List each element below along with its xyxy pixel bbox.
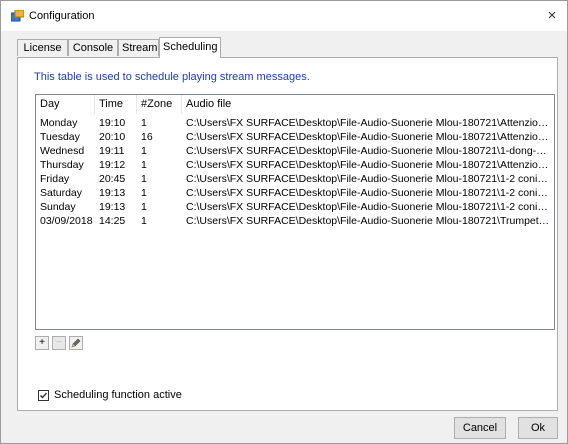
- table-row[interactable]: 03/09/2018 14:25 1 C:\Users\FX SURFACE\D…: [36, 214, 554, 228]
- day-cell: Monday: [40, 117, 78, 129]
- tab-stream[interactable]: Stream: [118, 39, 159, 56]
- window-title: Configuration: [29, 10, 95, 22]
- tab-license[interactable]: License: [17, 39, 68, 56]
- remove-schedule-button[interactable]: −: [52, 336, 66, 350]
- day-cell: Tuesday: [40, 131, 80, 143]
- table-row[interactable]: Sunday 19:13 1 C:\Users\FX SURFACE\Deskt…: [36, 200, 554, 214]
- column-header-time[interactable]: Time: [95, 95, 137, 114]
- add-schedule-button[interactable]: +: [35, 336, 49, 350]
- day-cell: Thursday: [40, 159, 84, 171]
- audio-file-cell: C:\Users\FX SURFACE\Desktop\File-Audio-S…: [186, 117, 552, 129]
- time-cell: 20:45: [99, 173, 126, 185]
- audio-file-cell: C:\Users\FX SURFACE\Desktop\File-Audio-S…: [186, 145, 552, 157]
- tab-console[interactable]: Console: [68, 39, 118, 56]
- app-icon: [10, 9, 25, 22]
- time-cell: 19:10: [99, 117, 126, 129]
- time-cell: 19:11: [99, 145, 125, 157]
- pencil-icon: [71, 338, 81, 348]
- column-header-day[interactable]: Day: [36, 95, 95, 114]
- table-row[interactable]: Tuesday 20:10 16 C:\Users\FX SURFACE\Des…: [36, 130, 554, 144]
- zone-cell: 1: [141, 187, 147, 199]
- edit-schedule-button[interactable]: [69, 336, 83, 350]
- configuration-window: Configuration × License Console Stream S…: [0, 0, 568, 444]
- table-row[interactable]: Wednesd 19:11 1 C:\Users\FX SURFACE\Desk…: [36, 144, 554, 158]
- time-cell: 14:25: [99, 215, 126, 227]
- day-cell: Friday: [40, 173, 70, 185]
- audio-file-cell: C:\Users\FX SURFACE\Desktop\File-Audio-S…: [186, 173, 552, 185]
- audio-file-cell: C:\Users\FX SURFACE\Desktop\File-Audio-S…: [186, 201, 552, 213]
- time-cell: 19:13: [99, 187, 126, 199]
- zone-cell: 1: [141, 173, 147, 185]
- table-row[interactable]: Friday 20:45 1 C:\Users\FX SURFACE\Deskt…: [36, 172, 554, 186]
- audio-file-cell: C:\Users\FX SURFACE\Desktop\File-Audio-S…: [186, 215, 552, 227]
- day-cell: 03/09/2018: [40, 215, 93, 227]
- table-row[interactable]: Thursday 19:12 1 C:\Users\FX SURFACE\Des…: [36, 158, 554, 172]
- time-cell: 19:12: [99, 159, 126, 171]
- audio-file-cell: C:\Users\FX SURFACE\Desktop\File-Audio-S…: [186, 187, 552, 199]
- close-button[interactable]: ×: [537, 1, 567, 31]
- table-header: Day Time #Zone Audio file: [36, 95, 554, 114]
- time-cell: 19:13: [99, 201, 126, 213]
- zone-cell: 1: [141, 117, 147, 129]
- zone-cell: 1: [141, 159, 147, 171]
- cancel-button[interactable]: Cancel: [454, 417, 506, 439]
- scheduling-active-label: Scheduling function active: [54, 389, 182, 401]
- scheduling-info-text: This table is used to schedule playing s…: [34, 71, 310, 83]
- column-header-audio-file[interactable]: Audio file: [182, 95, 554, 114]
- time-cell: 20:10: [99, 131, 126, 143]
- zone-cell: 1: [141, 201, 147, 213]
- audio-file-cell: C:\Users\FX SURFACE\Desktop\File-Audio-S…: [186, 131, 552, 143]
- column-header-zone[interactable]: #Zone: [137, 95, 182, 114]
- schedule-table[interactable]: Day Time #Zone Audio file Monday 19:10 1…: [35, 94, 555, 330]
- zone-cell: 16: [141, 131, 153, 143]
- ok-button[interactable]: Ok: [518, 417, 558, 439]
- scheduling-panel: This table is used to schedule playing s…: [17, 57, 558, 411]
- scheduling-active-checkbox[interactable]: [38, 390, 49, 401]
- title-bar: Configuration ×: [1, 1, 567, 31]
- table-row[interactable]: Monday 19:10 1 C:\Users\FX SURFACE\Deskt…: [36, 116, 554, 130]
- table-row[interactable]: Saturday 19:13 1 C:\Users\FX SURFACE\Des…: [36, 186, 554, 200]
- day-cell: Sunday: [40, 201, 76, 213]
- checkmark-icon: [40, 392, 47, 399]
- day-cell: Wednesd: [40, 145, 85, 157]
- tab-scheduling[interactable]: Scheduling: [159, 37, 221, 58]
- zone-cell: 1: [141, 145, 147, 157]
- day-cell: Saturday: [40, 187, 83, 199]
- zone-cell: 1: [141, 215, 147, 227]
- audio-file-cell: C:\Users\FX SURFACE\Desktop\File-Audio-S…: [186, 159, 552, 171]
